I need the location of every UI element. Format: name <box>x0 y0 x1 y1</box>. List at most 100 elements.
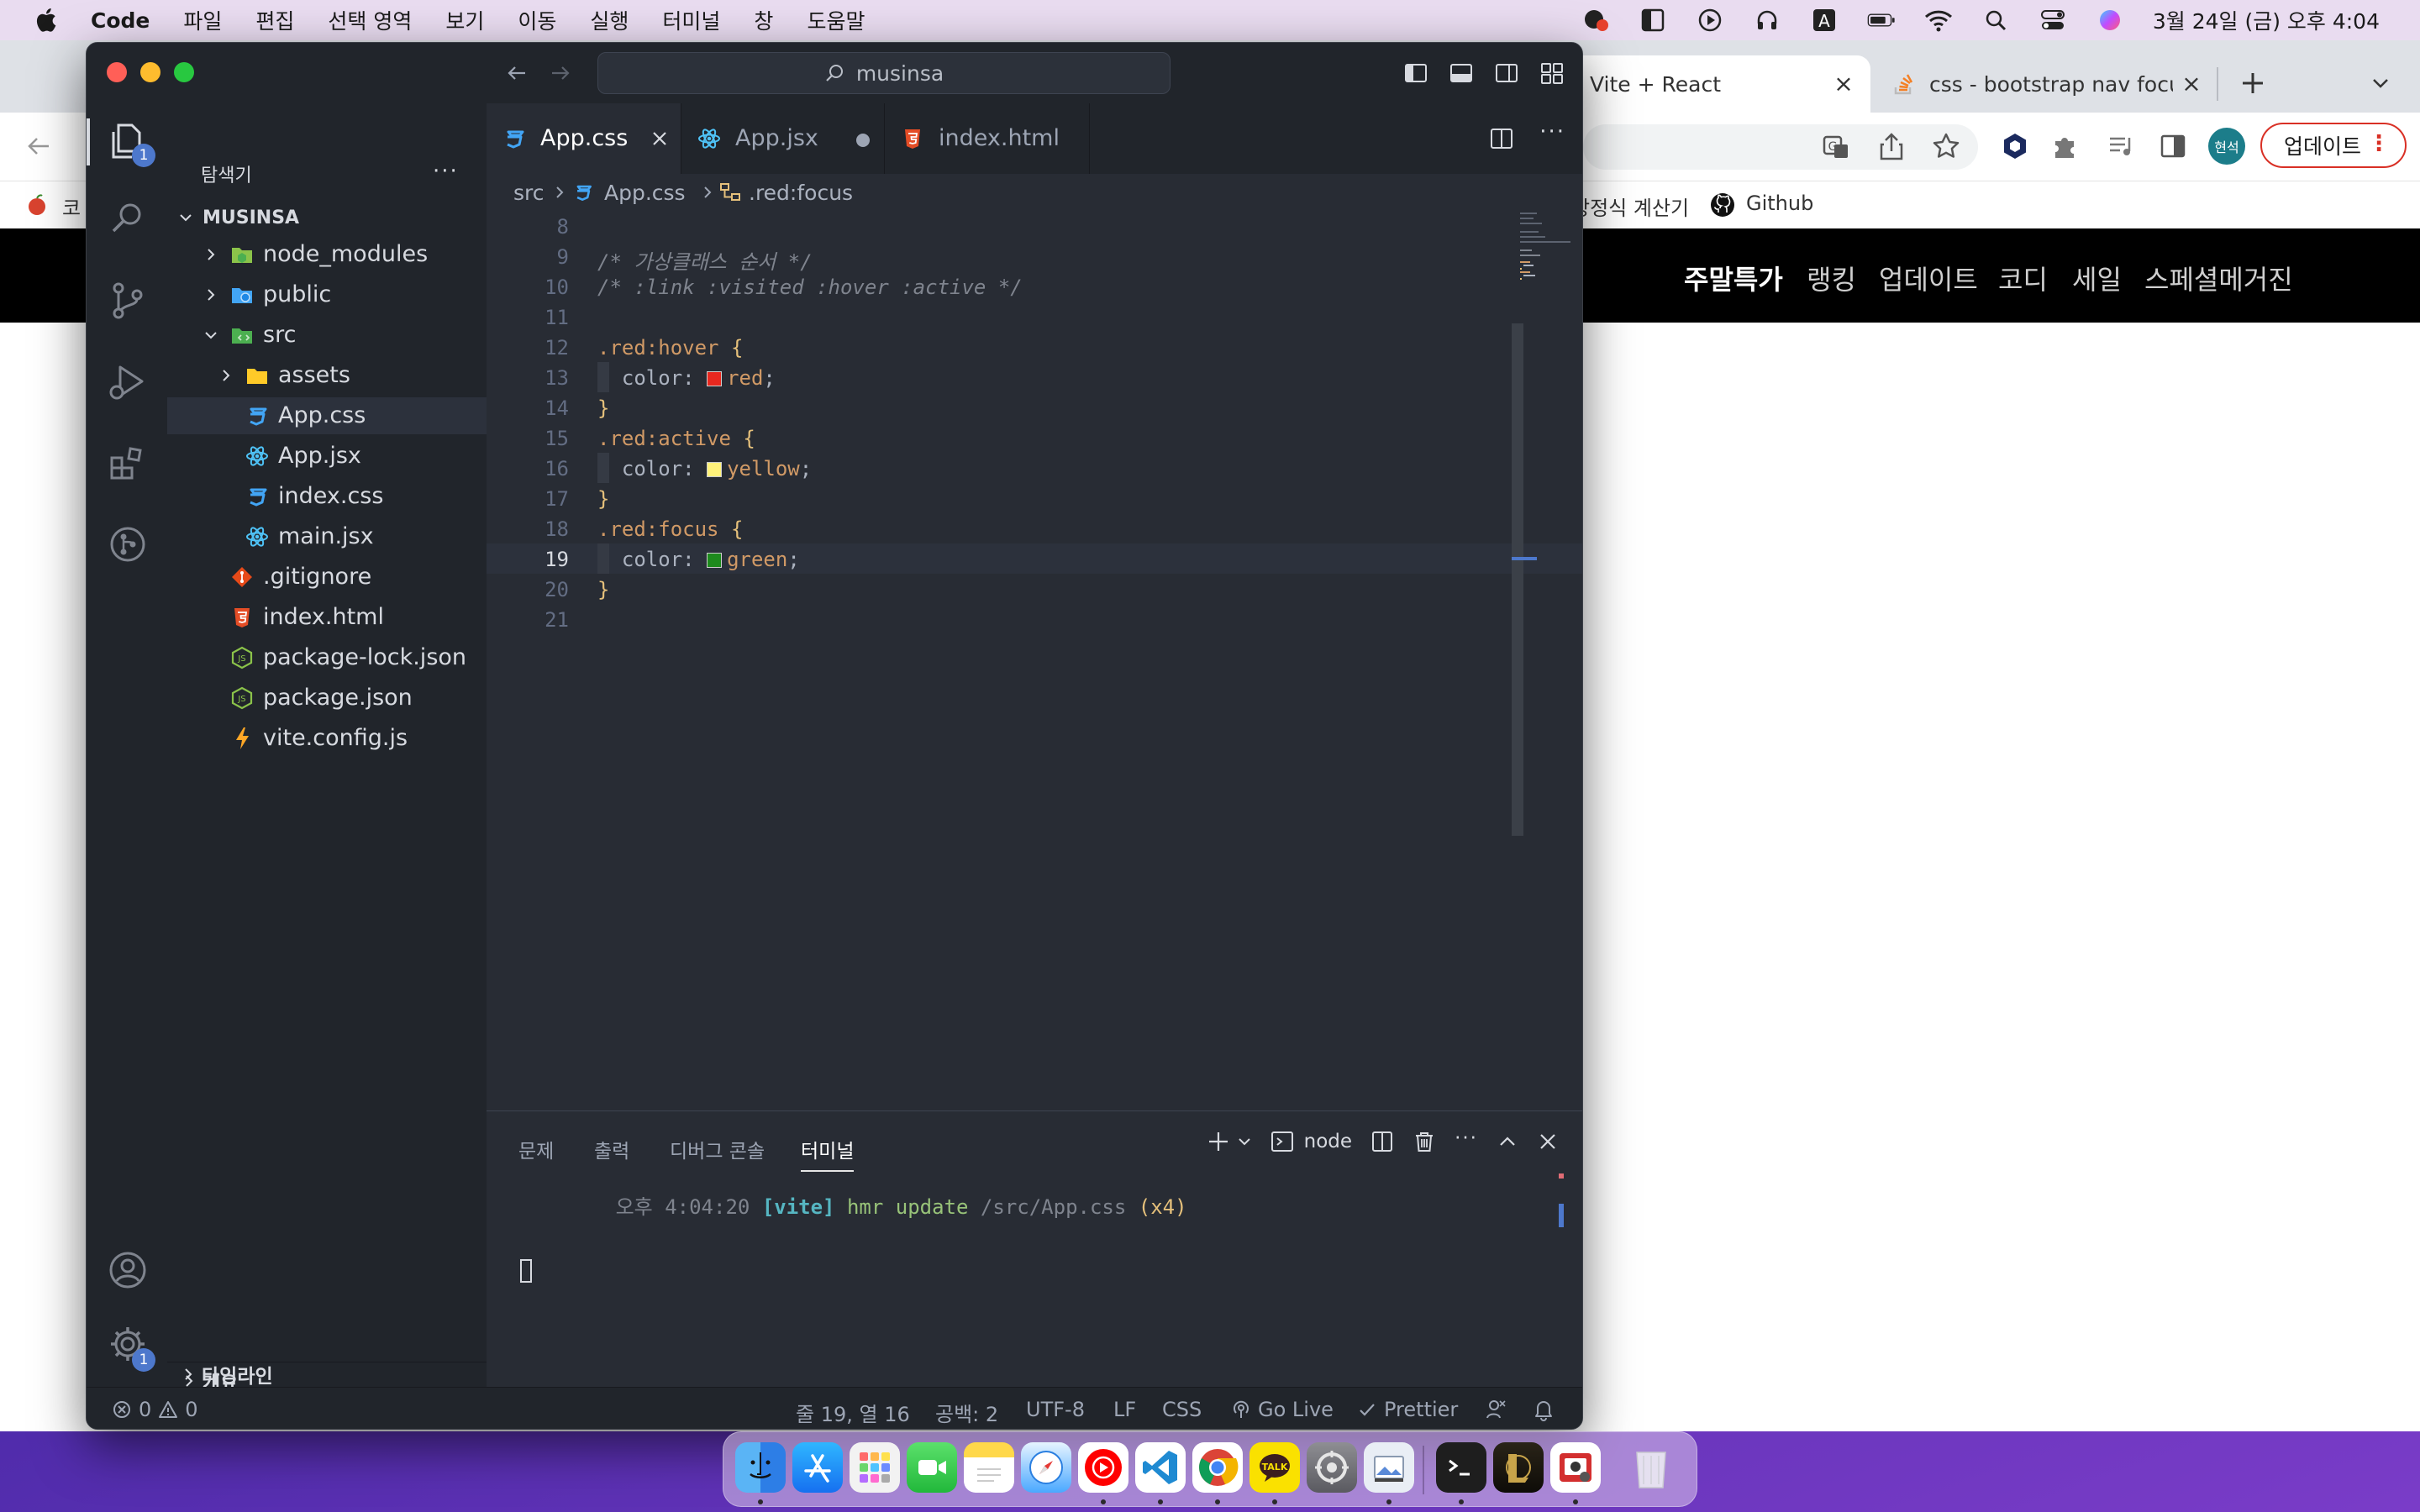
file-tree-item[interactable]: src <box>167 317 487 354</box>
terminal-cursor[interactable] <box>520 1259 532 1283</box>
bookmark-calculator[interactable]: 방정식 계산기 <box>1571 192 1689 221</box>
tab-index-html[interactable]: index.html <box>885 103 1090 174</box>
menu-selection[interactable]: 선택 영역 <box>328 5 412 35</box>
dock-preview[interactable] <box>1364 1442 1414 1493</box>
close-icon[interactable]: × <box>1833 72 1854 96</box>
chevron-right-icon[interactable] <box>203 286 219 303</box>
code-line[interactable]: 20} <box>487 574 1582 604</box>
toggle-primary-sidebar-icon[interactable] <box>1402 60 1429 87</box>
file-tree-item[interactable]: JS package-lock.json <box>167 639 487 676</box>
close-icon[interactable] <box>650 129 670 149</box>
menu-file[interactable]: 파일 <box>183 5 222 35</box>
minimap[interactable] <box>1520 211 1583 681</box>
headphones-icon[interactable] <box>1753 6 1781 34</box>
menubar-clock[interactable]: 3월 24일 (금) 오후 4:04 <box>2153 5 2380 35</box>
menu-terminal[interactable]: 터미널 <box>662 5 720 35</box>
file-tree-item[interactable]: index.css <box>167 478 487 515</box>
extensions-icon[interactable] <box>107 443 149 485</box>
chrome-tab-vite[interactable]: Vite + React × <box>1563 55 1870 113</box>
chevron-down-icon[interactable] <box>203 327 219 344</box>
color-swatch[interactable] <box>707 553 723 568</box>
problems-status[interactable]: 0 0 <box>112 1398 198 1421</box>
customize-layout-icon[interactable] <box>1539 60 1565 87</box>
sidebar-toggle-icon[interactable] <box>1639 6 1667 34</box>
color-swatch[interactable] <box>707 371 723 386</box>
cursor-position[interactable]: 줄 19, 열 16 <box>796 1398 910 1427</box>
file-tree-item[interactable]: main.jsx <box>167 518 487 555</box>
breadcrumb-symbol[interactable]: .red:focus <box>749 181 853 205</box>
tab-app-jsx[interactable]: App.jsx <box>681 103 885 174</box>
nav-weekend-sale[interactable]: 주말특가 <box>1684 259 1783 297</box>
breadcrumb-file[interactable]: App.css <box>604 181 686 205</box>
code-line[interactable]: 17} <box>487 483 1582 513</box>
dock-chrome[interactable] <box>1192 1442 1243 1493</box>
code-line[interactable]: 11 <box>487 302 1582 332</box>
more-actions-icon[interactable]: ··· <box>433 159 459 184</box>
file-tree-item[interactable]: App.css <box>167 397 487 434</box>
trash-icon[interactable] <box>1413 1130 1436 1153</box>
explorer-project-header[interactable]: MUSINSA <box>167 199 487 236</box>
dock-app-store[interactable] <box>792 1442 843 1493</box>
maximize-panel-chevron-up-icon[interactable] <box>1497 1131 1518 1152</box>
source-control-icon[interactable] <box>107 280 149 322</box>
code-line[interactable]: 15 .red:active { <box>487 423 1582 453</box>
color-swatch[interactable] <box>707 462 723 477</box>
dock-launchpad[interactable] <box>850 1442 900 1493</box>
chrome-update-button[interactable]: 업데이트 ⋮ <box>2260 123 2407 168</box>
chat-status-icon[interactable] <box>1581 6 1610 34</box>
toggle-secondary-sidebar-icon[interactable] <box>1493 60 1520 87</box>
more-actions-icon[interactable]: ··· <box>1539 119 1565 151</box>
run-debug-icon[interactable] <box>107 360 149 402</box>
wifi-icon[interactable] <box>1924 6 1953 34</box>
dock-notes[interactable] <box>964 1442 1014 1493</box>
chrome-tab-stackoverflow[interactable]: css - bootstrap nav focu × <box>1876 55 2212 113</box>
dock-safari[interactable] <box>1021 1442 1071 1493</box>
bookmark-github[interactable]: Github <box>1746 192 1813 215</box>
indentation-status[interactable]: 공백: 2 <box>935 1398 998 1427</box>
chevron-right-icon[interactable] <box>203 246 219 263</box>
window-minimize-button[interactable] <box>140 62 160 82</box>
nav-coordi[interactable]: 코디 <box>1998 259 2048 297</box>
file-tree-item[interactable]: JS package.json <box>167 680 487 717</box>
address-bar[interactable] <box>1583 124 1978 170</box>
file-tree-item[interactable]: assets <box>167 357 487 394</box>
control-center-icon[interactable] <box>2039 6 2067 34</box>
new-tab-icon[interactable] <box>2238 69 2267 97</box>
forward-arrow-icon[interactable] <box>547 60 574 87</box>
spotlight-search-icon[interactable] <box>1981 6 2010 34</box>
search-icon[interactable] <box>107 197 149 239</box>
close-icon[interactable]: × <box>2181 72 2202 96</box>
panel-tab-problems[interactable]: 문제 <box>518 1135 554 1163</box>
git-graph-icon[interactable] <box>107 523 149 565</box>
code-line[interactable]: 8 <box>487 211 1582 241</box>
dock-kakaotalk[interactable]: TALK <box>1249 1442 1300 1493</box>
translate-icon[interactable]: G <box>1822 133 1850 161</box>
panel-tab-terminal[interactable]: 터미널 <box>801 1135 855 1172</box>
menu-edit[interactable]: 편집 <box>255 5 294 35</box>
file-tree-item[interactable]: App.jsx <box>167 438 487 475</box>
dock-system-settings[interactable] <box>1307 1442 1357 1493</box>
accounts-icon[interactable] <box>107 1249 149 1291</box>
input-source-icon[interactable]: A <box>1810 6 1839 34</box>
breadcrumb-folder[interactable]: src <box>513 181 544 205</box>
battery-icon[interactable] <box>1867 6 1896 34</box>
notifications-bell-icon[interactable] <box>1532 1398 1555 1421</box>
window-zoom-button[interactable] <box>174 62 194 82</box>
back-arrow-icon[interactable] <box>503 60 530 87</box>
code-line[interactable]: 14} <box>487 392 1582 423</box>
media-control-icon[interactable] <box>2106 131 2136 161</box>
menu-window[interactable]: 창 <box>754 5 773 35</box>
code-line[interactable]: 19 color: green; <box>487 543 1582 574</box>
dock-trash[interactable] <box>1626 1442 1676 1493</box>
code-line[interactable]: 16 color: yellow; <box>487 453 1582 483</box>
nav-ranking[interactable]: 랭킹 <box>1807 259 1856 297</box>
file-tree-item[interactable]: public <box>167 276 487 313</box>
file-tree-item[interactable]: index.html <box>167 599 487 636</box>
language-mode[interactable]: CSS <box>1162 1398 1202 1421</box>
chevron-right-icon[interactable] <box>218 367 234 384</box>
side-panel-icon[interactable] <box>2158 131 2188 161</box>
bookmark-star-icon[interactable] <box>1931 131 1961 161</box>
dock-photo-booth[interactable] <box>1550 1442 1601 1493</box>
nav-sale[interactable]: 세일 <box>2072 259 2122 297</box>
menu-help[interactable]: 도움말 <box>807 5 865 35</box>
